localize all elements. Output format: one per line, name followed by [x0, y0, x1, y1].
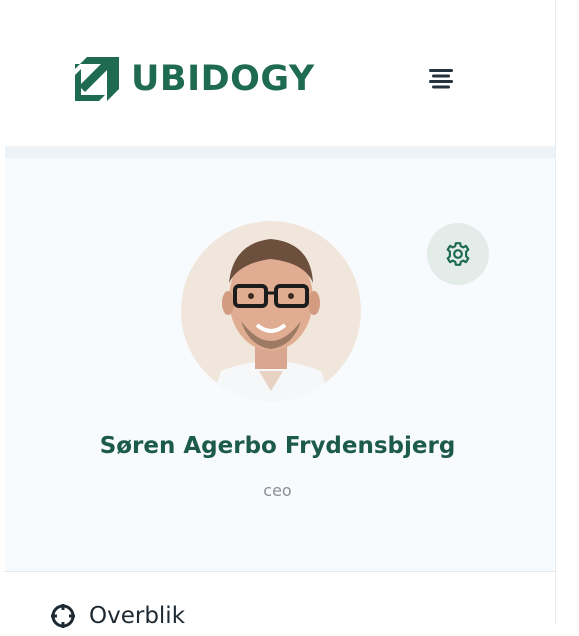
sidebar-header: UBIDOGY [0, 0, 555, 148]
profile-name: Søren Agerbo Frydensbjerg [99, 433, 456, 459]
gear-icon [446, 242, 470, 266]
header-divider [5, 146, 579, 158]
nav-item-overblik[interactable]: Overblik [50, 596, 185, 636]
nav-item-label: Overblik [89, 603, 186, 629]
logo-arrow-icon [75, 57, 119, 101]
person-photo [181, 221, 361, 401]
panel-divider [5, 571, 555, 572]
avatar[interactable] [181, 221, 361, 401]
brand-logo[interactable]: UBIDOGY [75, 55, 315, 103]
content-edge [555, 0, 579, 624]
profile-role: ceo [263, 481, 292, 500]
menu-lines-icon [429, 69, 453, 89]
crosshair-icon [51, 604, 75, 628]
sidebar: UBIDOGY Søren Agerbo Frydensbjerg ceo Ov… [0, 0, 579, 629]
menu-toggle-button[interactable] [423, 62, 459, 94]
brand-name: UBIDOGY [131, 58, 315, 99]
profile-settings-button[interactable] [427, 223, 489, 285]
